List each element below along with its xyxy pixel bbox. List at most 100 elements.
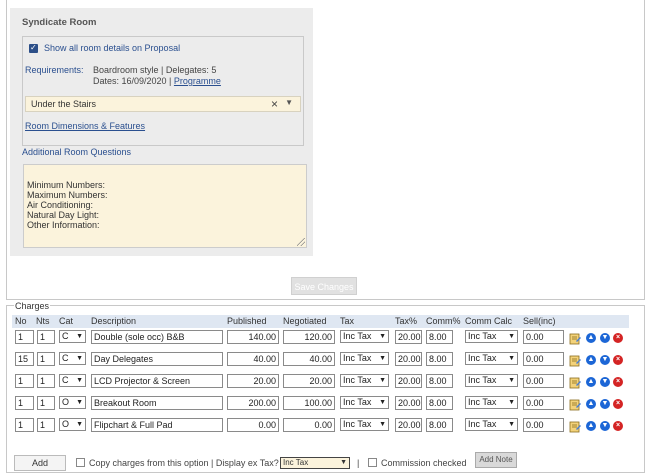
delete-icon[interactable]: × (613, 377, 623, 387)
nts-input[interactable]: 1 (37, 418, 55, 432)
cat-select[interactable]: C ▼ (59, 374, 86, 387)
delete-icon[interactable]: × (613, 399, 623, 409)
description-input[interactable]: Day Delegates (91, 352, 223, 366)
move-up-icon[interactable]: ▲ (586, 333, 596, 343)
published-input[interactable]: 20.00 (227, 374, 279, 388)
commcalc-value: Inc Tax (468, 353, 497, 363)
move-up-icon[interactable]: ▲ (586, 399, 596, 409)
chevron-down-icon[interactable]: ▼ (285, 98, 293, 107)
delete-icon[interactable]: × (613, 421, 623, 431)
note-icon[interactable] (569, 399, 581, 411)
negotiated-input[interactable]: 20.00 (283, 374, 335, 388)
description-input[interactable]: Double (sole occ) B&B (91, 330, 223, 344)
save-changes-button[interactable]: Save Changes (291, 277, 357, 295)
taxpct-input[interactable]: 20.00 (395, 396, 422, 410)
delete-icon[interactable]: × (613, 355, 623, 365)
move-down-icon[interactable]: ▼ (600, 355, 610, 365)
clear-icon[interactable]: × (271, 97, 278, 111)
additional-questions-title: Additional Room Questions (22, 147, 132, 157)
published-input[interactable]: 0.00 (227, 418, 279, 432)
negotiated-input[interactable]: 40.00 (283, 352, 335, 366)
nts-input[interactable]: 1 (37, 396, 55, 410)
tax-select[interactable]: Inc Tax ▼ (340, 352, 389, 365)
add-charge-button[interactable]: Add (14, 455, 66, 471)
commpct-input[interactable]: 8.00 (426, 330, 453, 344)
note-icon[interactable] (569, 421, 581, 433)
tax-select[interactable]: Inc Tax ▼ (340, 418, 389, 431)
note-icon[interactable] (569, 333, 581, 345)
description-input[interactable]: Flipchart & Full Pad (91, 418, 223, 432)
show-details-checkbox[interactable] (29, 43, 38, 53)
move-up-icon[interactable]: ▲ (586, 377, 596, 387)
commission-checked-checkbox[interactable] (368, 458, 377, 467)
header-negotiated: Negotiated (283, 316, 327, 326)
chevron-down-icon: ▼ (379, 333, 386, 340)
cat-select[interactable]: O ▼ (59, 396, 86, 409)
commpct-input[interactable]: 8.00 (426, 374, 453, 388)
taxpct-input[interactable]: 20.00 (395, 352, 422, 366)
taxpct-input[interactable]: 20.00 (395, 330, 422, 344)
add-note-button[interactable]: Add Note (475, 452, 517, 468)
cat-select[interactable]: C ▼ (59, 352, 86, 365)
cat-select[interactable]: O ▼ (59, 418, 86, 431)
chevron-down-icon: ▼ (508, 333, 515, 340)
commcalc-select[interactable]: Inc Tax ▼ (465, 352, 518, 365)
tax-select[interactable]: Inc Tax ▼ (340, 374, 389, 387)
display-ex-tax-select[interactable]: Inc Tax ▼ (280, 457, 350, 469)
published-input[interactable]: 40.00 (227, 352, 279, 366)
room-dimensions-link[interactable]: Room Dimensions & Features (25, 121, 145, 131)
sell-input[interactable]: 0.00 (523, 352, 564, 366)
taxpct-input[interactable]: 20.00 (395, 374, 422, 388)
negotiated-input[interactable]: 0.00 (283, 418, 335, 432)
resize-handle-icon[interactable] (297, 238, 305, 246)
programme-link[interactable]: Programme (174, 76, 221, 86)
description-input[interactable]: Breakout Room (91, 396, 223, 410)
copy-charges-checkbox[interactable] (76, 458, 85, 467)
show-details-label[interactable]: Show all room details on Proposal (44, 43, 180, 53)
show-details-row[interactable]: Show all room details on Proposal (29, 43, 180, 53)
tax-select[interactable]: Inc Tax ▼ (340, 330, 389, 343)
no-input[interactable]: 1 (15, 396, 34, 410)
no-input[interactable]: 1 (15, 374, 34, 388)
no-input[interactable]: 1 (15, 418, 34, 432)
move-up-icon[interactable]: ▲ (586, 355, 596, 365)
requirements-label: Requirements: (25, 65, 84, 75)
nts-input[interactable]: 1 (37, 352, 55, 366)
negotiated-input[interactable]: 100.00 (283, 396, 335, 410)
charge-row: 1 1 C ▼ Double (sole occ) B&B 140.00 120.… (0, 330, 645, 346)
sell-input[interactable]: 0.00 (523, 374, 564, 388)
published-input[interactable]: 200.00 (227, 396, 279, 410)
note-icon[interactable] (569, 377, 581, 389)
move-up-icon[interactable]: ▲ (586, 421, 596, 431)
nts-input[interactable]: 1 (37, 374, 55, 388)
sell-input[interactable]: 0.00 (523, 396, 564, 410)
negotiated-input[interactable]: 120.00 (283, 330, 335, 344)
move-down-icon[interactable]: ▼ (600, 421, 610, 431)
note-icon[interactable] (569, 355, 581, 367)
commcalc-select[interactable]: Inc Tax ▼ (465, 374, 518, 387)
commcalc-select[interactable]: Inc Tax ▼ (465, 330, 518, 343)
no-input[interactable]: 15 (15, 352, 34, 366)
tax-select[interactable]: Inc Tax ▼ (340, 396, 389, 409)
commcalc-select[interactable]: Inc Tax ▼ (465, 418, 518, 431)
description-input[interactable]: LCD Projector & Screen (91, 374, 223, 388)
commcalc-value: Inc Tax (468, 397, 497, 407)
move-down-icon[interactable]: ▼ (600, 399, 610, 409)
commpct-input[interactable]: 8.00 (426, 418, 453, 432)
taxpct-input[interactable]: 20.00 (395, 418, 422, 432)
published-input[interactable]: 140.00 (227, 330, 279, 344)
commpct-input[interactable]: 8.00 (426, 352, 453, 366)
delete-icon[interactable]: × (613, 333, 623, 343)
nts-input[interactable]: 1 (37, 330, 55, 344)
cat-value: C (62, 375, 69, 385)
cat-select[interactable]: C ▼ (59, 330, 86, 343)
no-input[interactable]: 1 (15, 330, 34, 344)
room-select[interactable]: Under the Stairs × ▼ (25, 96, 301, 112)
additional-questions-textarea[interactable]: Minimum Numbers: Maximum Numbers: Air Co… (23, 164, 307, 248)
commcalc-select[interactable]: Inc Tax ▼ (465, 396, 518, 409)
sell-input[interactable]: 0.00 (523, 330, 564, 344)
commpct-input[interactable]: 8.00 (426, 396, 453, 410)
move-down-icon[interactable]: ▼ (600, 333, 610, 343)
sell-input[interactable]: 0.00 (523, 418, 564, 432)
move-down-icon[interactable]: ▼ (600, 377, 610, 387)
